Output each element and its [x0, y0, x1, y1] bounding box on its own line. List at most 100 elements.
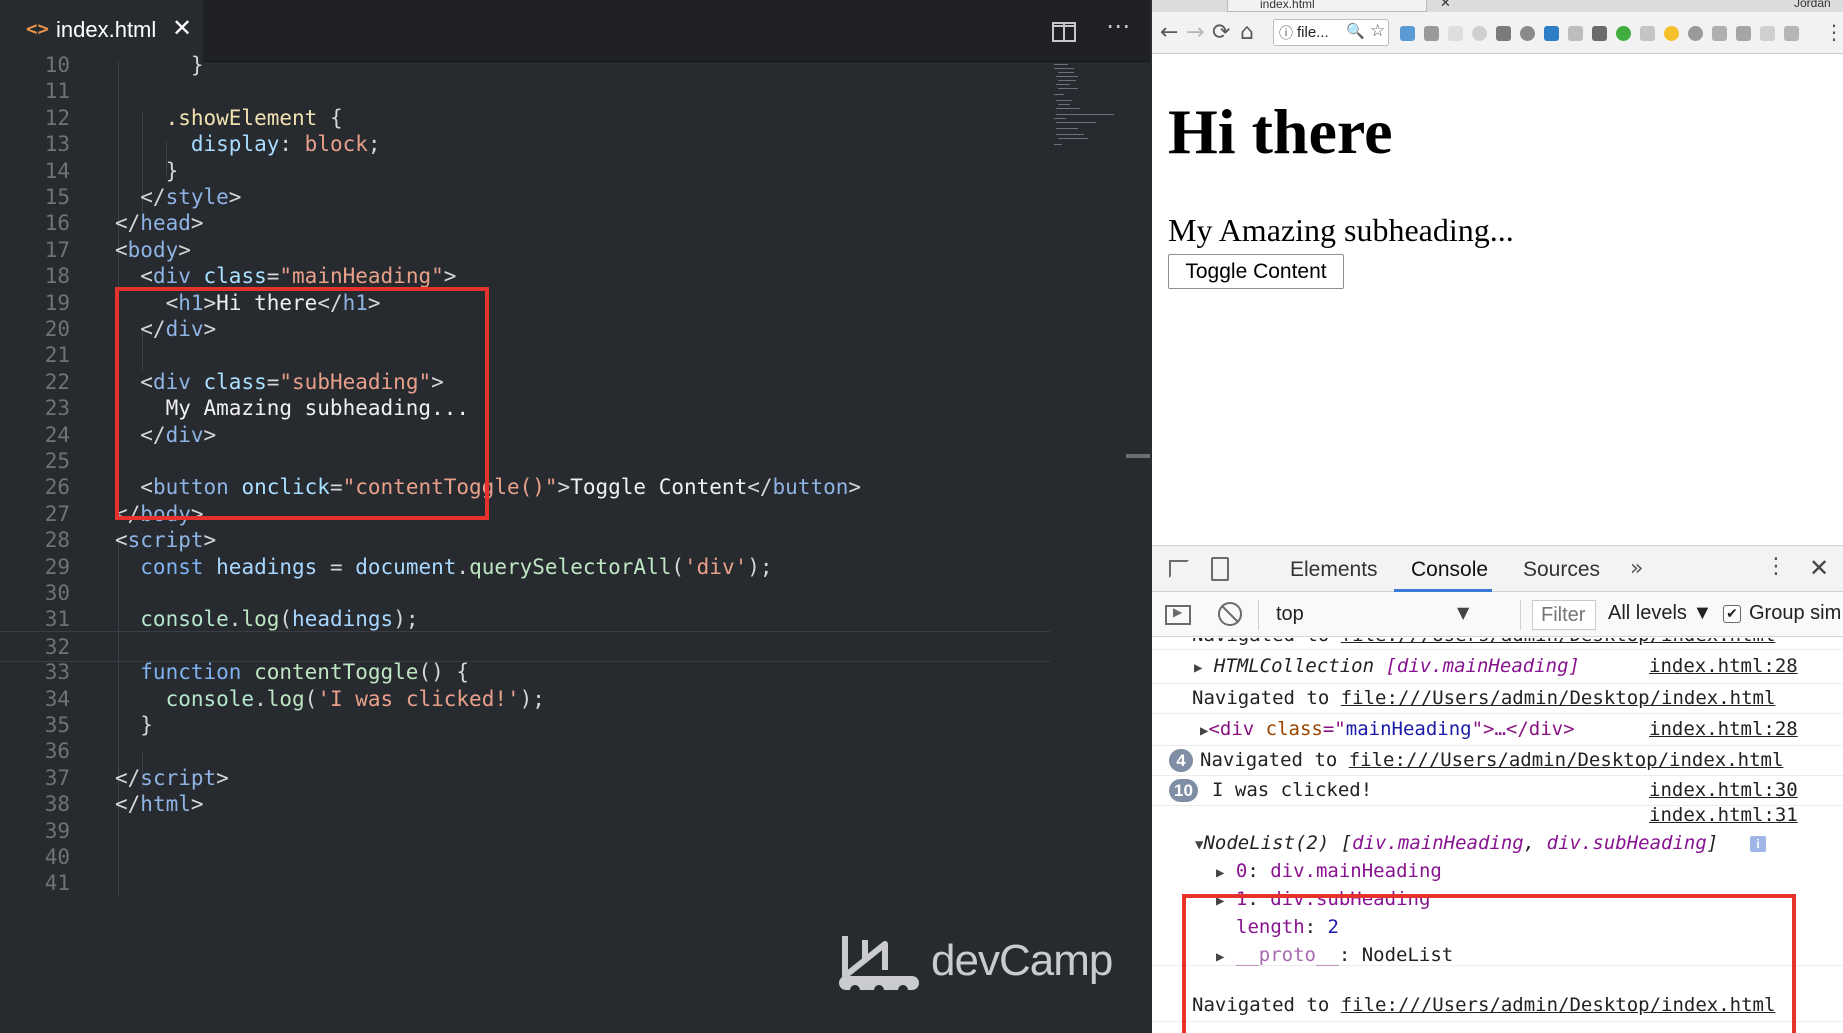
code-token: }	[115, 713, 153, 737]
code-token: (	[304, 686, 318, 711]
source-link[interactable]: index.html:28	[1649, 718, 1798, 740]
extension-icon[interactable]	[1736, 26, 1751, 41]
forward-arrow-icon[interactable]: →	[1186, 20, 1204, 45]
extension-icon[interactable]	[1520, 26, 1535, 41]
code-token: contentToggle	[241, 660, 419, 685]
extension-icon[interactable]	[1712, 26, 1727, 41]
sidebar-toggle-icon[interactable]	[1165, 605, 1191, 625]
devtools-menu-icon[interactable]: ⋮	[1765, 554, 1787, 579]
code-token: log	[266, 686, 305, 711]
code-token: >	[228, 185, 242, 209]
tab-sources[interactable]: Sources	[1523, 558, 1600, 582]
code-token: >	[203, 528, 217, 553]
expand-triangle-icon[interactable]: ▶	[1194, 660, 1202, 676]
message-text[interactable]: ▶<div class="mainHeading">…</div>	[1200, 718, 1575, 740]
browser-window: index.html ✕ Jordan ← → ⟳ ⌂ ⓘ file... 🔍 …	[1150, 0, 1843, 1033]
info-icon[interactable]: i	[1750, 836, 1766, 852]
extension-icon[interactable]	[1640, 26, 1655, 41]
more-tabs-icon[interactable]: »	[1630, 556, 1643, 581]
expand-triangle-icon[interactable]: ▶	[1216, 865, 1224, 881]
extension-icon[interactable]	[1496, 26, 1511, 41]
code-token: function	[115, 660, 242, 685]
split-editor-icon[interactable]	[1052, 22, 1076, 42]
extension-icon[interactable]	[1424, 26, 1439, 41]
group-similar-checkbox[interactable]: ✔	[1723, 605, 1741, 623]
editor-scrollbar[interactable]	[1126, 454, 1150, 458]
bookmark-star-icon[interactable]: ☆	[1370, 21, 1385, 41]
filter-input[interactable]	[1532, 600, 1596, 630]
reload-icon[interactable]: ⟳	[1212, 20, 1230, 45]
zoom-icon[interactable]: 🔍	[1346, 22, 1365, 40]
code-token: .	[456, 554, 470, 579]
context-label: top	[1276, 603, 1304, 625]
message-url[interactable]: file:///Users/admin/Desktop/index.html	[1341, 687, 1776, 709]
console-messages[interactable]: Navigated to file:///Users/admin/Desktop…	[1152, 638, 1843, 1033]
annotation-highlight-box	[1182, 894, 1796, 1033]
console-message: 10 I was clicked! index.html:30	[1152, 776, 1843, 806]
back-arrow-icon[interactable]: ←	[1160, 20, 1178, 45]
code-token: .showElement	[115, 105, 318, 130]
close-icon[interactable]: ✕	[1440, 0, 1451, 11]
clear-console-icon[interactable]	[1218, 602, 1242, 626]
code-token: >	[216, 765, 229, 790]
extension-icon[interactable]	[1688, 26, 1703, 41]
extension-icon[interactable]	[1400, 26, 1415, 41]
inspect-element-icon[interactable]	[1169, 560, 1189, 578]
nodelist-entry[interactable]: ▶ 0: div.mainHeading	[1216, 860, 1442, 882]
nodelist-summary[interactable]: ▼NodeList(2) [div.mainHeading, div.subHe…	[1195, 832, 1718, 854]
extension-icon[interactable]	[1784, 26, 1799, 41]
console-message: ▶<div class="mainHeading">…</div> index.…	[1152, 714, 1843, 746]
close-icon[interactable]: ✕	[1809, 554, 1829, 582]
tab-elements[interactable]: Elements	[1290, 558, 1378, 582]
browser-tab-strip: index.html ✕ Jordan	[1152, 0, 1843, 12]
minimap[interactable]	[1050, 62, 1116, 152]
code-token: button	[772, 475, 849, 500]
console-message: 4 Navigated to file:///Users/admin/Deskt…	[1152, 746, 1843, 776]
message-text[interactable]: ▶ HTMLCollection [div.mainHeading]	[1194, 655, 1580, 677]
home-icon[interactable]: ⌂	[1240, 20, 1254, 45]
console-message: ▶ HTMLCollection [div.mainHeading] index…	[1152, 650, 1843, 684]
code-area[interactable]: 10 } 11 12 .showElement {13 display: block…	[0, 53, 1130, 1033]
address-bar[interactable]: ⓘ file... 🔍 ☆	[1273, 19, 1389, 46]
toggle-content-button[interactable]: Toggle Content	[1168, 254, 1344, 289]
code-token: <	[115, 237, 128, 262]
log-levels-dropdown[interactable]: All levels ▼	[1608, 602, 1712, 625]
repeat-count-badge: 10	[1169, 779, 1198, 802]
extension-icon[interactable]	[1472, 26, 1487, 41]
more-actions-icon[interactable]: ⋯	[1106, 12, 1131, 40]
editor-tab-title: index.html	[56, 17, 157, 42]
browser-menu-icon[interactable]: ⋮	[1824, 20, 1843, 44]
code-token: </	[115, 765, 141, 790]
info-icon[interactable]: ⓘ	[1279, 23, 1293, 43]
source-link[interactable]: index.html:30	[1649, 779, 1798, 801]
code-token: log	[241, 607, 280, 632]
console-message: Navigated to file:///Users/admin/Desktop…	[1152, 684, 1843, 714]
code-token: ;	[367, 132, 381, 157]
profile-name[interactable]: Jordan	[1794, 0, 1831, 10]
code-token: }	[115, 53, 204, 77]
code-token: document	[355, 554, 457, 579]
browser-tab[interactable]	[1227, 0, 1427, 12]
code-token: .	[228, 607, 242, 632]
devcamp-logo-icon	[839, 936, 919, 995]
code-token: .	[254, 686, 267, 711]
toolbar-divider	[1520, 600, 1521, 630]
context-selector[interactable]: top ▼	[1270, 601, 1477, 628]
extension-icon[interactable]	[1760, 26, 1775, 41]
extension-icon[interactable]	[1544, 26, 1559, 41]
code-file-icon: <>	[26, 18, 49, 40]
console-toolbar: top ▼ All levels ▼ ✔ Group sim	[1152, 592, 1843, 637]
extension-icon[interactable]	[1448, 26, 1463, 41]
message-url[interactable]: file:///Users/admin/Desktop/index.html	[1349, 749, 1784, 771]
cast-icon[interactable]	[1592, 26, 1607, 41]
tab-console[interactable]: Console	[1411, 558, 1488, 582]
close-icon[interactable]: ✕	[172, 14, 192, 42]
extension-icon[interactable]	[1664, 26, 1679, 41]
code-token: 'div'	[684, 554, 748, 579]
source-link[interactable]: index.html:28	[1649, 655, 1798, 677]
extension-icon[interactable]	[1568, 26, 1583, 41]
code-line[interactable]: 41	[0, 868, 1050, 899]
extension-icon[interactable]	[1616, 26, 1631, 41]
device-toolbar-icon[interactable]	[1211, 557, 1229, 581]
message-url[interactable]: file:///Users/admin/Desktop/index.html	[1341, 638, 1776, 646]
